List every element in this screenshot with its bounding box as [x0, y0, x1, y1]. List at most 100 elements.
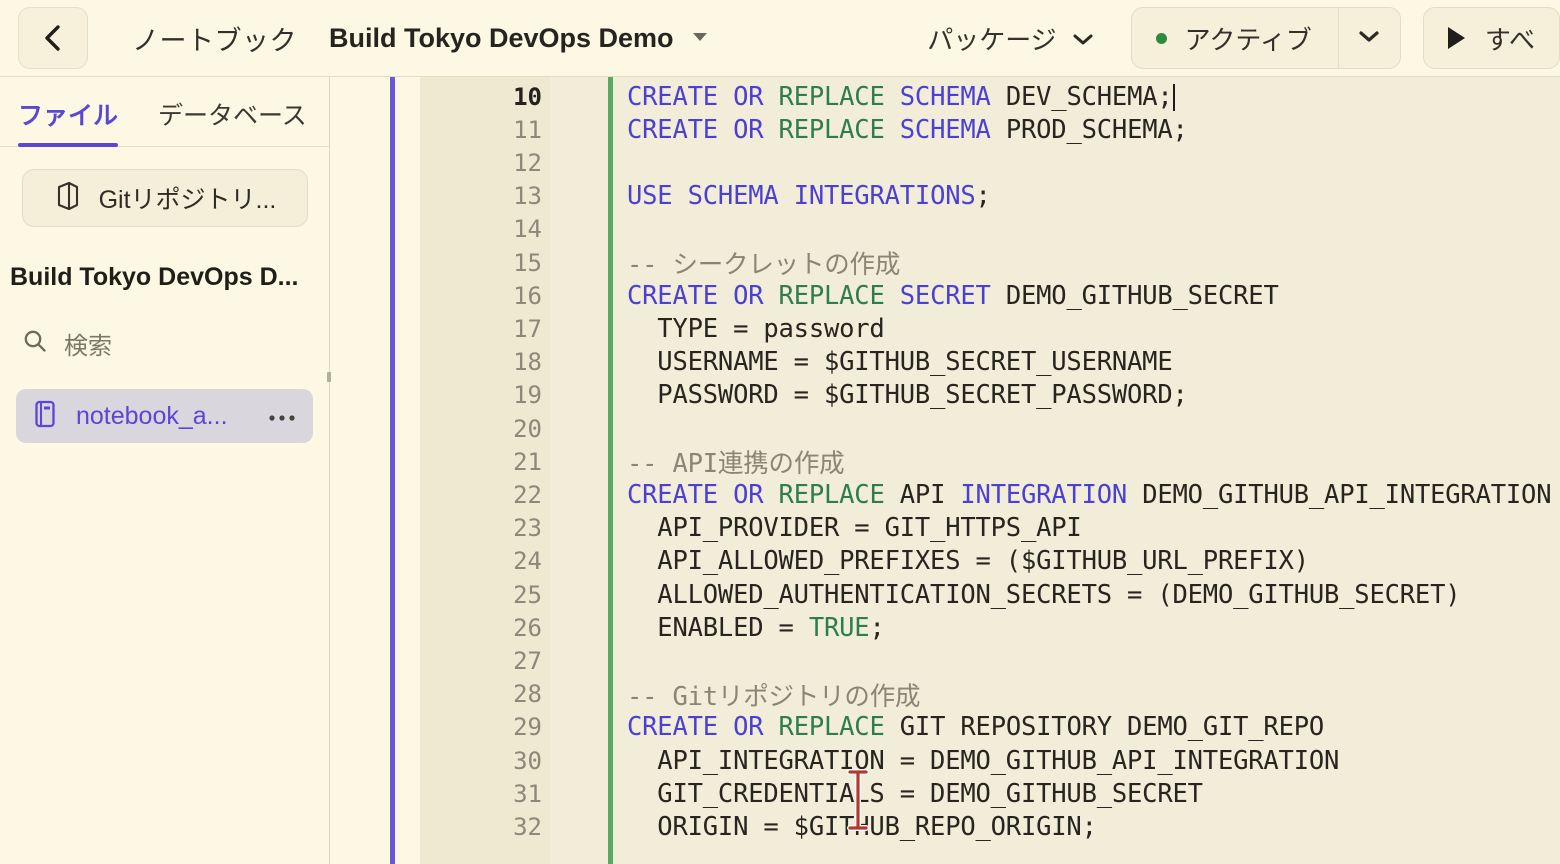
sql-cell[interactable]: 10 CREATE OR REPLACE SCHEMA DEV_SCHEMA; 11…: [390, 77, 1560, 864]
code-line[interactable]: 18 USERNAME = $GITHUB_SECRET_USERNAME: [390, 346, 1560, 379]
line-number: 22: [513, 480, 542, 509]
search-input[interactable]: 検索: [22, 326, 329, 361]
code-line-text: USE SCHEMA INTEGRATIONS;: [627, 181, 991, 211]
code-token: -- シークレットの作成: [627, 250, 901, 281]
code-token: OR: [733, 81, 764, 112]
more-horizontal-icon[interactable]: [267, 409, 297, 423]
code-line[interactable]: 26 ENABLED = TRUE;: [390, 611, 1560, 644]
code-token: -- API連携の作成: [627, 449, 845, 480]
code-line[interactable]: 23 API_PROVIDER = GIT_HTTPS_API: [390, 512, 1560, 545]
chevron-down-icon: [1357, 28, 1381, 49]
code-token: OR: [733, 712, 764, 743]
sidebar-project-title: Build Tokyo DevOps D...: [10, 263, 299, 291]
code-line[interactable]: 20: [390, 412, 1560, 445]
code-token: ;: [975, 181, 991, 212]
code-token: INTEGRATION: [960, 479, 1128, 510]
chevron-down-icon: [1071, 23, 1095, 54]
code-line-text: API_INTEGRATION = DEMO_GITHUB_API_INTEGR…: [627, 746, 1339, 776]
code-token: CREATE: [627, 280, 718, 311]
code-line-text: API_PROVIDER = GIT_HTTPS_API: [627, 513, 1082, 544]
code-token: PROD_SCHEMA;: [990, 114, 1188, 145]
code-line[interactable]: 21 -- API連携の作成: [390, 443, 1560, 480]
code-line-text: CREATE OR REPLACE SCHEMA DEV_SCHEMA;: [627, 82, 1175, 112]
code-token: USERNAME = $GITHUB_SECRET_USERNAME: [627, 347, 1173, 378]
run-all-label: すべ: [1484, 24, 1535, 55]
session-status-button[interactable]: アクティブ: [1132, 8, 1338, 68]
code-line-text: CREATE OR REPLACE SCHEMA PROD_SCHEMA;: [627, 115, 1188, 145]
back-button[interactable]: [18, 7, 88, 69]
list-item[interactable]: notebook_a...: [16, 389, 313, 443]
code-line[interactable]: 11 CREATE OR REPLACE SCHEMA PROD_SCHEMA;: [390, 113, 1560, 146]
code-token: API: [884, 479, 961, 510]
code-line-text: -- シークレットの作成: [627, 244, 900, 281]
line-number: 23: [513, 514, 542, 543]
code-line-text: ALLOWED_AUTHENTICATION_SECRETS = (DEMO_G…: [627, 580, 1460, 610]
code-line[interactable]: 10 CREATE OR REPLACE SCHEMA DEV_SCHEMA;: [390, 80, 1560, 113]
code-token: OR: [733, 114, 764, 145]
code-token: OR: [733, 479, 764, 510]
code-line[interactable]: 13 USE SCHEMA INTEGRATIONS;: [390, 180, 1560, 213]
code-token: PASSWORD = $GITHUB_SECRET_PASSWORD;: [627, 380, 1188, 411]
code-line[interactable]: 28 -- Gitリポジトリの作成: [390, 676, 1560, 713]
code-token: REPLACE: [778, 114, 885, 145]
code-line[interactable]: 16 CREATE OR REPLACE SECRET DEMO_GITHUB_S…: [390, 279, 1560, 312]
git-repository-button[interactable]: Gitリポジトリ...: [21, 169, 308, 227]
code-line-text: USERNAME = $GITHUB_SECRET_USERNAME: [627, 347, 1172, 377]
code-line[interactable]: 19 PASSWORD = $GITHUB_SECRET_PASSWORD;: [390, 379, 1560, 412]
caret-down-icon[interactable]: [690, 29, 710, 48]
run-all-button[interactable]: すべ: [1422, 7, 1560, 69]
code-token: ALLOWED_AUTHENTICATION_SECRETS = (DEMO_G…: [627, 579, 1461, 610]
code-line-text: -- API連携の作成: [627, 443, 845, 480]
code-token: TRUE: [808, 612, 870, 643]
code-token: SCHEMA: [687, 181, 779, 212]
code-token: REPLACE: [778, 280, 885, 311]
code-token: SECRET: [899, 280, 991, 311]
line-number: 12: [513, 148, 542, 177]
line-number: 15: [513, 248, 542, 277]
code-line[interactable]: 25 ALLOWED_AUTHENTICATION_SECRETS = (DEM…: [390, 578, 1560, 611]
line-number: 21: [513, 447, 542, 476]
code-line[interactable]: 17 TYPE = password: [390, 312, 1560, 345]
packages-menu[interactable]: パッケージ: [927, 20, 1094, 57]
code-line[interactable]: 24 API_ALLOWED_PREFIXES = ($GITHUB_URL_P…: [390, 545, 1560, 578]
tab-files[interactable]: ファイル: [18, 96, 119, 147]
code-line-text: -- Gitリポジトリの作成: [627, 676, 921, 713]
code-line[interactable]: 22 CREATE OR REPLACE API INTEGRATION DEMO…: [390, 478, 1560, 511]
code-token: DEV_SCHEMA;: [990, 81, 1173, 112]
line-number: 14: [513, 215, 542, 244]
code-line[interactable]: 27: [390, 644, 1560, 677]
code-line[interactable]: 14: [390, 213, 1560, 246]
code-line[interactable]: 15 -- シークレットの作成: [390, 244, 1560, 281]
line-number: 25: [513, 580, 542, 609]
search-placeholder: 検索: [64, 333, 112, 360]
code-token: API_PROVIDER = GIT_HTTPS_API: [627, 513, 1082, 544]
code-line[interactable]: 12: [390, 146, 1560, 179]
code-line[interactable]: 31 GIT_CREDENTIALS = DEMO_GITHUB_SECRET: [390, 777, 1560, 810]
tab-databases[interactable]: データベース: [158, 96, 307, 146]
code-line-text: ORIGIN = $GITHUB_REPO_ORIGIN;: [627, 812, 1097, 842]
line-number: 20: [513, 414, 542, 443]
line-number: 11: [513, 115, 542, 144]
code-token: TYPE = password: [627, 313, 885, 344]
session-status-dropdown-button[interactable]: [1337, 8, 1400, 68]
line-number: 16: [513, 281, 542, 310]
code-line[interactable]: 32 ORIGIN = $GITHUB_REPO_ORIGIN;: [390, 810, 1560, 843]
code-line[interactable]: 30 API_INTEGRATION = DEMO_GITHUB_API_INT…: [390, 744, 1560, 777]
code-token: ;: [869, 612, 885, 643]
code-token: ORIGIN = $GITHUB_REPO_ORIGIN;: [627, 811, 1097, 842]
status-dot-icon: [1155, 32, 1167, 44]
code-token: API_INTEGRATION = DEMO_GITHUB_API_INTEGR…: [627, 745, 1340, 776]
code-line-text: CREATE OR REPLACE GIT REPOSITORY DEMO_GI…: [627, 712, 1324, 742]
breadcrumb-notebook-label: ノートブック: [132, 25, 297, 56]
notebook-title[interactable]: Build Tokyo DevOps Demo: [329, 23, 674, 54]
code-token: GIT_CREDENTIALS = DEMO_GITHUB_SECRET: [627, 778, 1203, 809]
code-line[interactable]: 29 CREATE OR REPLACE GIT REPOSITORY DEMO_…: [390, 711, 1560, 744]
